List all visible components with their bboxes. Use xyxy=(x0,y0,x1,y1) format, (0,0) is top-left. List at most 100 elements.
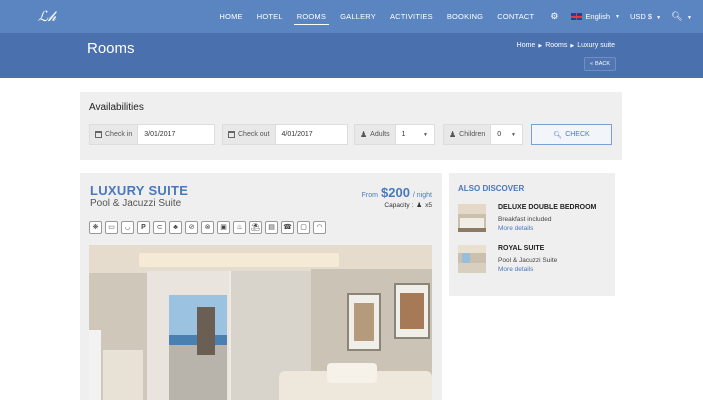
nav-hotel[interactable]: HOTEL xyxy=(250,0,290,33)
chevron-down-icon: ▼ xyxy=(656,15,662,21)
room-price: From $200 / night xyxy=(362,185,432,200)
language-label: English xyxy=(585,12,610,21)
amenity-list: ❋ ▭ ◡ P ⊂ ♣ ⊘ ⊗ ▣ ♨ ⛱ ▤ ☎ ▢ ◠ xyxy=(89,221,326,234)
chevron-down-icon: ▼ xyxy=(687,15,692,21)
search-icon: 🔍︎ xyxy=(671,11,683,21)
room-service-icon: ♨ xyxy=(233,221,246,234)
chevron-down-icon: ▼ xyxy=(423,131,428,138)
discover-item-name[interactable]: DELUXE DOUBLE BEDROOM xyxy=(498,204,596,211)
adults-label-box: ♟ Adults xyxy=(355,125,396,144)
person-icon: ♟ xyxy=(449,130,457,139)
bathtub-icon: ◡ xyxy=(121,221,134,234)
checkin-input[interactable]: 3/01/2017 xyxy=(138,125,214,144)
availability-title: Availabilities xyxy=(89,102,144,113)
currency-label: USD $ xyxy=(629,12,653,21)
capacity-value: x5 xyxy=(425,201,432,209)
page-header: Rooms Home ▶ Rooms ▶ Luxury suite « BACK xyxy=(0,33,703,78)
children-label: Children xyxy=(459,131,486,138)
page-title: Rooms xyxy=(87,40,135,57)
nav-home[interactable]: HOME xyxy=(212,0,249,33)
hotel-logo[interactable]: ℒ𝒽 xyxy=(36,7,58,27)
breadcrumb-rooms[interactable]: Rooms xyxy=(545,42,567,51)
capacity-label: Capacity : xyxy=(384,201,414,209)
price-suffix: / night xyxy=(412,192,432,199)
breadcrumb-current: Luxury suite xyxy=(577,42,615,49)
adults-label: Adults xyxy=(370,131,390,138)
chevron-right-icon: ▶ xyxy=(570,43,575,49)
chevron-down-icon: ▼ xyxy=(511,131,516,138)
settings-gear-icon[interactable]: ⚙ xyxy=(541,11,567,22)
check-button[interactable]: 🔍︎ CHECK xyxy=(531,124,612,145)
discover-item[interactable]: DELUXE DOUBLE BEDROOM Breakfast included… xyxy=(458,204,608,236)
availability-panel: Availabilities Check in 3/01/2017 Check … xyxy=(80,92,622,160)
room-card: LUXURY SUITE Pool & Jacuzzi Suite From $… xyxy=(80,173,442,400)
more-details-link[interactable]: More details xyxy=(498,225,533,232)
checkin-field[interactable]: Check in 3/01/2017 xyxy=(89,124,215,145)
main-menu: HOME HOTEL ROOMS GALLERY ACTIVITIES BOOK… xyxy=(212,0,703,33)
checkin-label-box: Check in xyxy=(90,125,139,144)
deluxe-room-thumbnail[interactable] xyxy=(458,204,486,232)
breadcrumb: Home ▶ Rooms ▶ Luxury suite xyxy=(517,42,615,51)
price-amount: $200 xyxy=(381,185,410,200)
search-icon: 🔍︎ xyxy=(553,131,563,139)
beach-icon: ⛱ xyxy=(249,221,262,234)
room-subtitle: Pool & Jacuzzi Suite xyxy=(90,198,182,209)
nav-booking[interactable]: BOOKING xyxy=(440,0,490,33)
double-chevron-left-icon: « xyxy=(589,61,594,67)
discover-item-subtitle: Breakfast included xyxy=(498,216,552,223)
phone-icon: ☎ xyxy=(281,221,294,234)
no-smoking-icon: ⊘ xyxy=(185,221,198,234)
check-button-label: CHECK xyxy=(565,131,590,138)
adults-field[interactable]: ♟ Adults 1 ▼ xyxy=(354,124,435,145)
wifi-icon: ◠ xyxy=(313,221,326,234)
adults-select[interactable]: 1 ▼ xyxy=(396,125,434,144)
discover-item-name[interactable]: ROYAL SUITE xyxy=(498,245,544,252)
tv-icon: ▢ xyxy=(297,221,310,234)
nav-activities[interactable]: ACTIVITIES xyxy=(383,0,440,33)
chevron-right-icon: ▶ xyxy=(538,43,543,49)
discover-title: ALSO DISCOVER xyxy=(458,184,525,193)
back-button[interactable]: « BACK xyxy=(584,57,616,71)
children-value: 0 xyxy=(497,131,502,138)
fan-icon: ❋ xyxy=(89,221,102,234)
back-label: BACK xyxy=(595,61,611,67)
price-prefix: From xyxy=(361,192,378,199)
nav-rooms[interactable]: ROOMS xyxy=(290,0,333,33)
parking-icon: P xyxy=(137,221,150,234)
also-discover-panel: ALSO DISCOVER DELUXE DOUBLE BEDROOM Brea… xyxy=(449,173,615,296)
adults-value: 1 xyxy=(401,131,406,138)
calendar-icon xyxy=(95,131,102,138)
discover-item[interactable]: ROYAL SUITE Pool & Jacuzzi Suite More de… xyxy=(458,245,608,277)
currency-selector[interactable]: USD $ ▼ xyxy=(624,12,667,21)
room-photo[interactable] xyxy=(89,245,432,400)
no-pets-icon: ⊗ xyxy=(201,221,214,234)
language-selector[interactable]: English ▼ xyxy=(567,12,624,21)
children-field[interactable]: ♟ Children 0 ▼ xyxy=(443,124,523,145)
children-label-box: ♟ Children xyxy=(444,125,492,144)
checkout-input[interactable]: 4/01/2017 xyxy=(276,125,347,144)
calendar-icon xyxy=(228,131,235,138)
discover-item-subtitle: Pool & Jacuzzi Suite xyxy=(498,257,558,264)
royal-suite-thumbnail[interactable] xyxy=(458,245,486,273)
more-details-link[interactable]: More details xyxy=(498,266,533,273)
person-icon: ♟ xyxy=(360,130,368,139)
safe-icon: ▣ xyxy=(217,221,230,234)
top-navbar: ℒ𝒽 HOME HOTEL ROOMS GALLERY ACTIVITIES B… xyxy=(0,0,703,33)
hairdryer-icon: ⊂ xyxy=(153,221,166,234)
room-capacity: Capacity : ♟ x5 xyxy=(384,201,432,210)
search-toggle[interactable]: 🔍︎ ▼ xyxy=(667,11,703,22)
nav-gallery[interactable]: GALLERY xyxy=(333,0,383,33)
chevron-down-icon: ▼ xyxy=(615,13,620,20)
checkout-label-box: Check out xyxy=(223,125,276,144)
plant-icon: ♣ xyxy=(169,221,182,234)
room-name: LUXURY SUITE xyxy=(90,183,189,198)
uk-flag-icon xyxy=(571,13,583,20)
checkout-field[interactable]: Check out 4/01/2017 xyxy=(222,124,348,145)
briefcase-icon: ▤ xyxy=(265,221,278,234)
checkout-label: Check out xyxy=(238,131,270,138)
person-icon: ♟ xyxy=(416,202,423,209)
children-select[interactable]: 0 ▼ xyxy=(491,125,522,144)
nav-contact[interactable]: CONTACT xyxy=(490,0,541,33)
bed-icon: ▭ xyxy=(105,221,118,234)
breadcrumb-home[interactable]: Home xyxy=(517,42,536,51)
